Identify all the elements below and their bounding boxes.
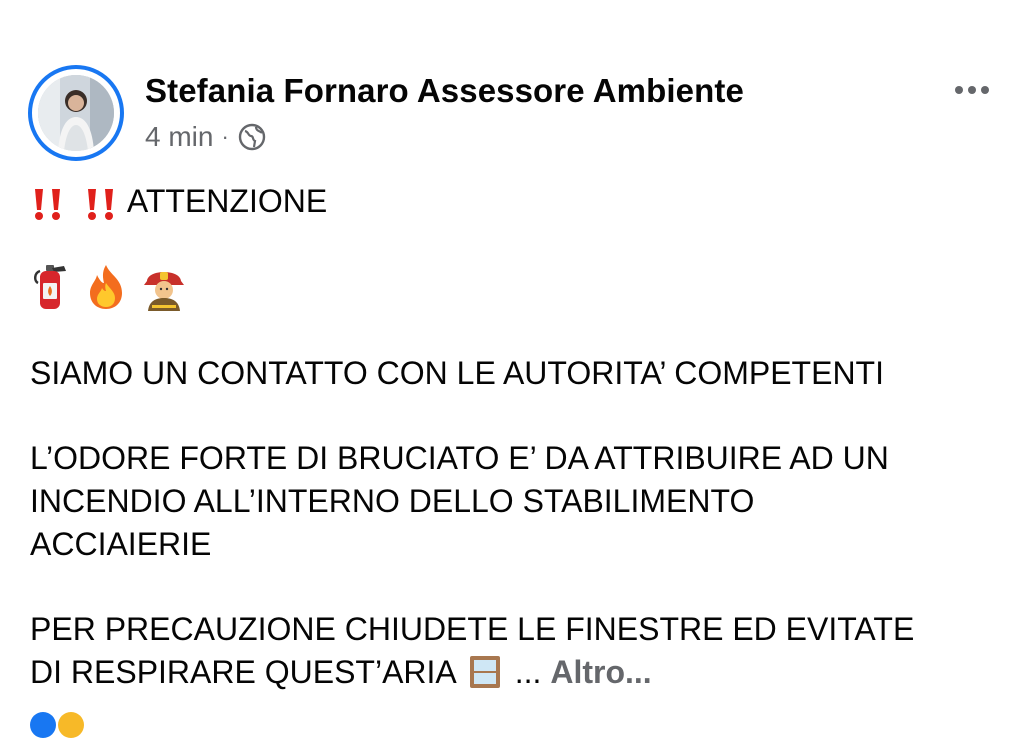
love-icon	[58, 712, 84, 738]
headline-text: ATTENZIONE	[126, 183, 328, 219]
post-text-line: SIAMO UN CONTATTO CON LE AUTORITA’ COMPE…	[30, 355, 884, 391]
post-headline: ATTENZIONE	[30, 180, 327, 223]
double-exclamation-icon	[30, 186, 70, 222]
double-exclamation-icon	[83, 186, 123, 222]
more-options-button[interactable]	[948, 78, 996, 102]
facebook-post: Stefania Fornaro Assessore Ambiente 4 mi…	[0, 0, 1024, 738]
post-text-line: ACCIAIERIE	[30, 526, 212, 562]
avatar[interactable]	[38, 75, 114, 151]
fire-icon	[84, 263, 128, 311]
reactions-summary[interactable]	[30, 712, 84, 738]
emoji-row	[30, 262, 186, 312]
post-text-line: PER PRECAUZIONE CHIUDETE LE FINESTRE ED …	[30, 611, 915, 647]
ellipsis-icon	[955, 86, 963, 94]
post-text-fragment: DI RESPIRARE QUEST’ARIA	[30, 654, 455, 690]
see-more-link[interactable]: Altro...	[550, 654, 651, 690]
profile-avatar-ring[interactable]	[28, 65, 124, 161]
post-text-line: L’ODORE FORTE DI BRUCIATO E’ DA ATTRIBUI…	[30, 440, 889, 476]
post-text-line-last: DI RESPIRARE QUEST’ARIA ... Altro...	[30, 651, 652, 694]
firefighter-icon	[142, 263, 186, 311]
window-icon	[468, 655, 502, 689]
ellipsis-text: ...	[514, 654, 542, 690]
meta-separator: ·	[221, 124, 229, 149]
post-meta: 4 min ·	[145, 120, 267, 154]
ellipsis-dot	[981, 86, 989, 94]
post-timestamp[interactable]: 4 min	[145, 121, 213, 153]
like-icon	[30, 712, 56, 738]
post-text-line: INCENDIO ALL’INTERNO DELLO STABILIMENTO	[30, 483, 755, 519]
ellipsis-dot	[968, 86, 976, 94]
globe-icon[interactable]	[237, 122, 267, 152]
fire-extinguisher-icon	[30, 263, 70, 311]
author-name[interactable]: Stefania Fornaro Assessore Ambiente	[145, 72, 744, 110]
